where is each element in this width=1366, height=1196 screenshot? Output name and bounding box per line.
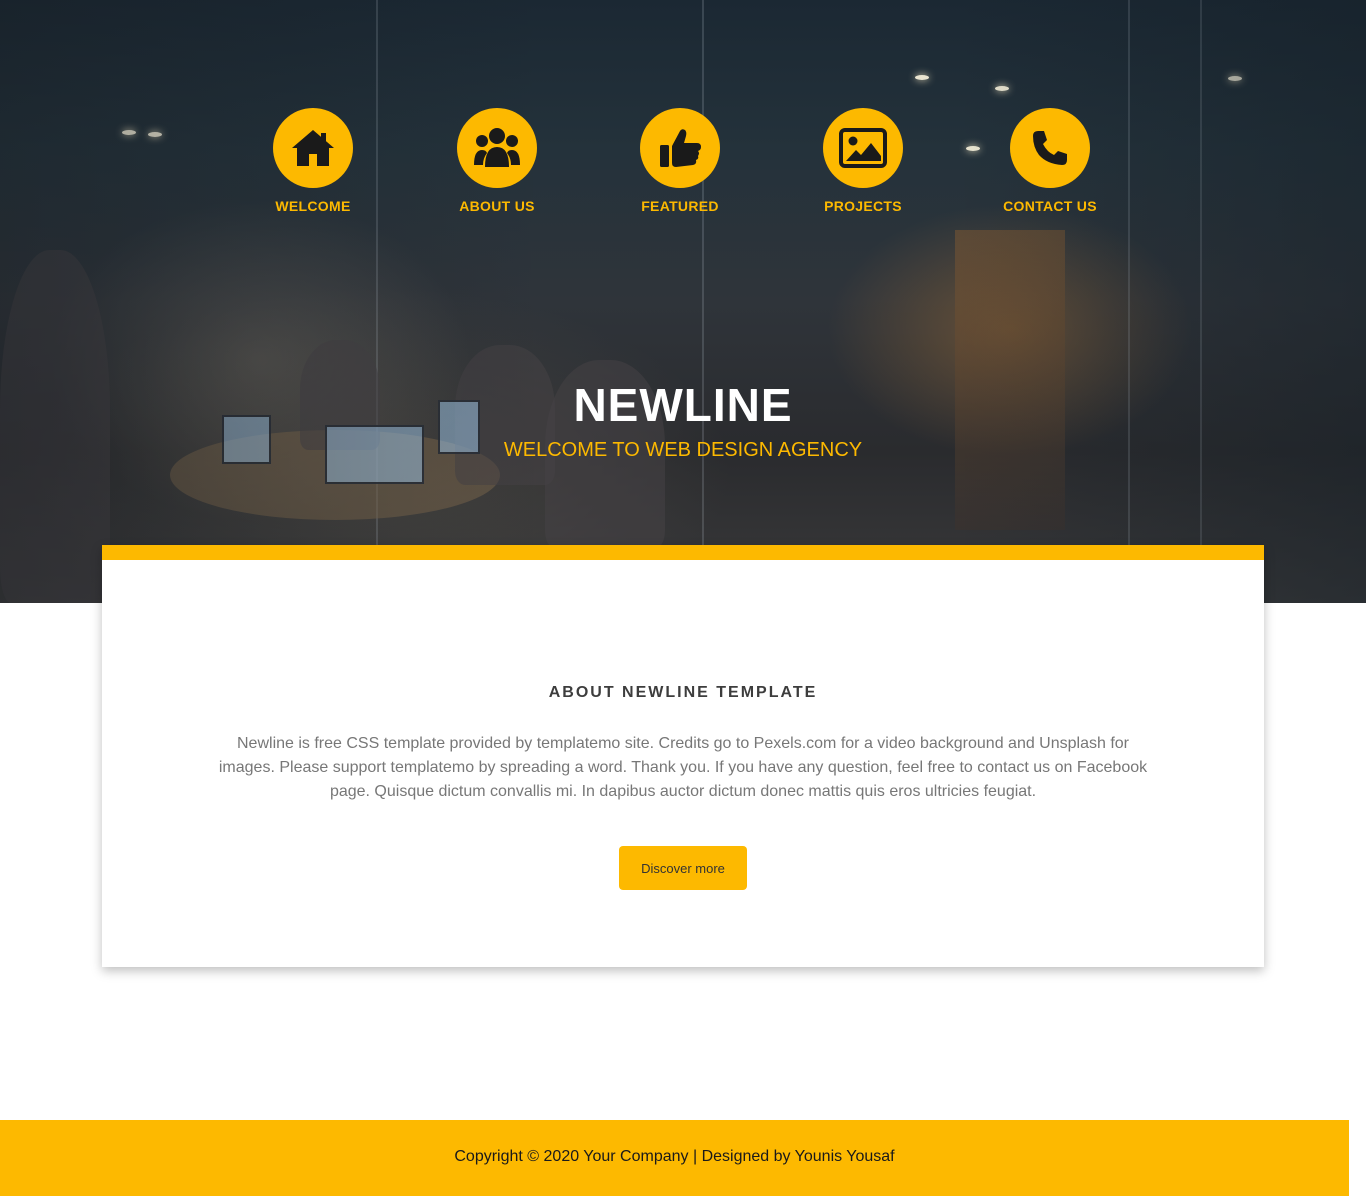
footer-copyright: Copyright © 2020 Your Company | Designed…	[454, 1148, 895, 1165]
nav-item-contact-us[interactable]: CONTACT US	[970, 108, 1130, 214]
nav-label-about-us: ABOUT US	[459, 198, 535, 214]
nav-label-projects: PROJECTS	[824, 198, 902, 214]
home-icon	[273, 108, 353, 188]
image-icon	[823, 108, 903, 188]
nav-item-about-us[interactable]: ABOUT US	[417, 108, 577, 214]
nav-label-featured: FEATURED	[641, 198, 719, 214]
nav-label-contact-us: CONTACT US	[1003, 198, 1097, 214]
about-text: Newline is free CSS template provided by…	[218, 735, 1148, 800]
hero-title: NEWLINE	[573, 379, 793, 431]
thumbs-up-icon	[640, 108, 720, 188]
discover-more-button[interactable]: Discover more	[619, 846, 747, 890]
nav-item-featured[interactable]: FEATURED	[600, 108, 760, 214]
about-title: ABOUT NEWLINE TEMPLATE	[548, 684, 818, 701]
phone-icon	[1010, 108, 1090, 188]
nav-label-welcome: WELCOME	[275, 198, 351, 214]
about-card: ABOUT NEWLINE TEMPLATE Newline is free C…	[102, 545, 1264, 967]
nav-item-welcome[interactable]: WELCOME	[233, 108, 393, 214]
nav-item-projects[interactable]: PROJECTS	[783, 108, 943, 214]
hero-subtitle: WELCOME TO WEB DESIGN AGENCY	[503, 439, 863, 461]
hero-banner: WELCOME ABOUT US FEATURED PROJECTS CONTA…	[0, 0, 1366, 603]
users-icon	[457, 108, 537, 188]
footer: Copyright © 2020 Your Company | Designed…	[0, 1120, 1349, 1196]
